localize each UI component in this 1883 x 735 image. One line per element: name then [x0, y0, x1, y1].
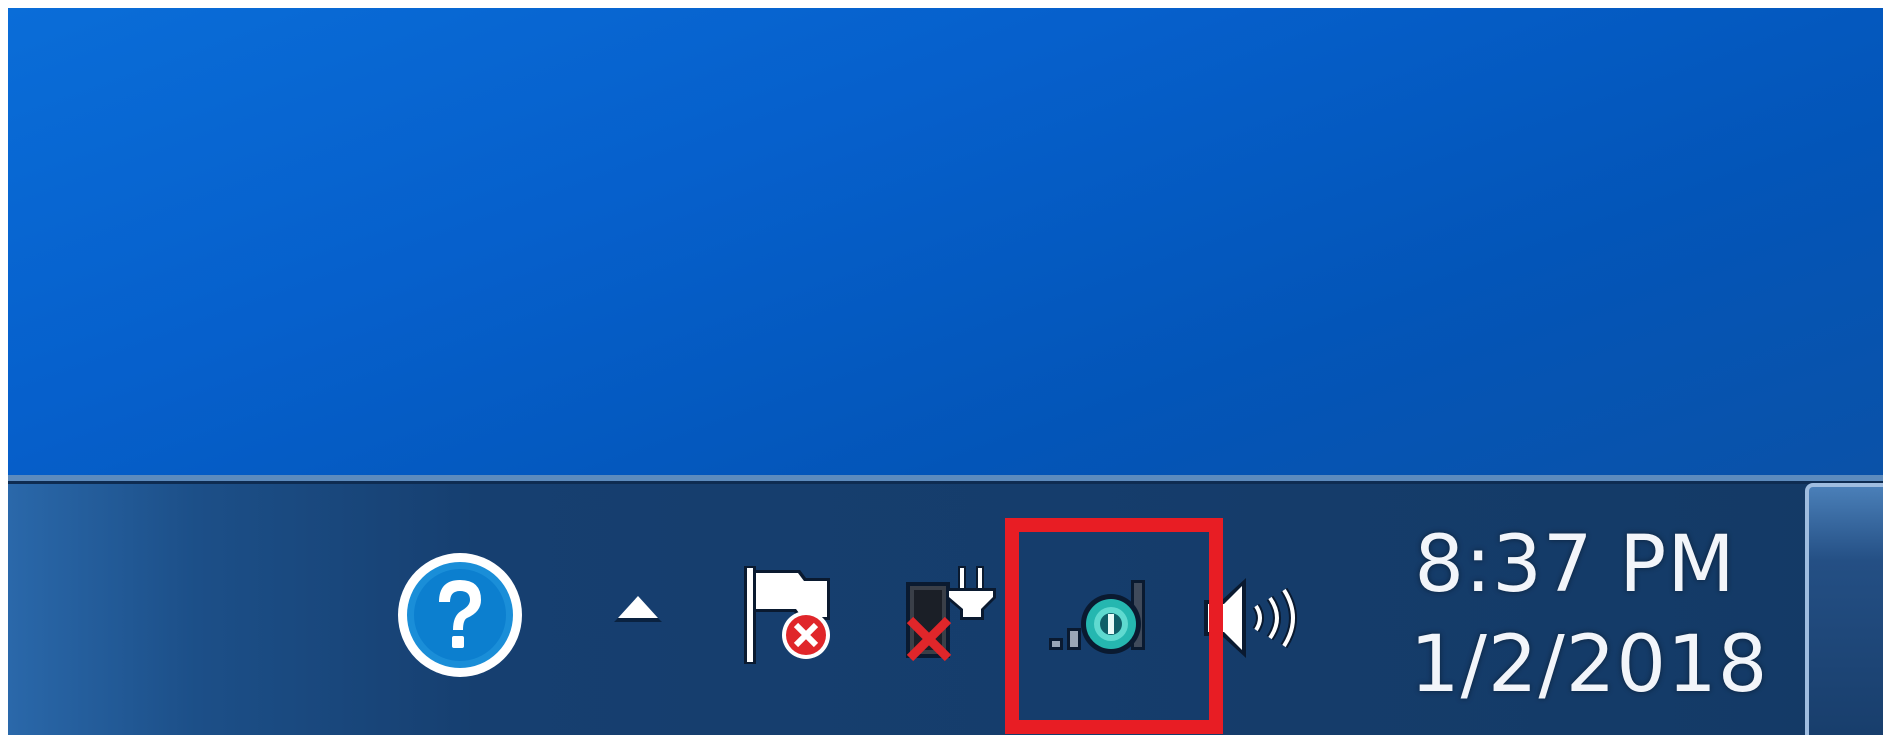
clock-time: 8:37 PM	[1414, 520, 1736, 610]
action-center-flag-icon[interactable]	[740, 560, 850, 670]
help-icon[interactable]	[395, 550, 525, 680]
power-plug-icon[interactable]	[900, 560, 1000, 670]
volume-icon[interactable]	[1200, 570, 1305, 665]
network-icon[interactable]	[1045, 570, 1155, 665]
clock[interactable]: 8:37 PM 1/2/2018	[1410, 515, 1769, 715]
show-hidden-icons-arrow[interactable]	[610, 592, 666, 632]
clock-date: 1/2/2018	[1410, 620, 1769, 710]
show-desktop-button[interactable]	[1805, 483, 1883, 735]
desktop-background	[8, 8, 1883, 475]
